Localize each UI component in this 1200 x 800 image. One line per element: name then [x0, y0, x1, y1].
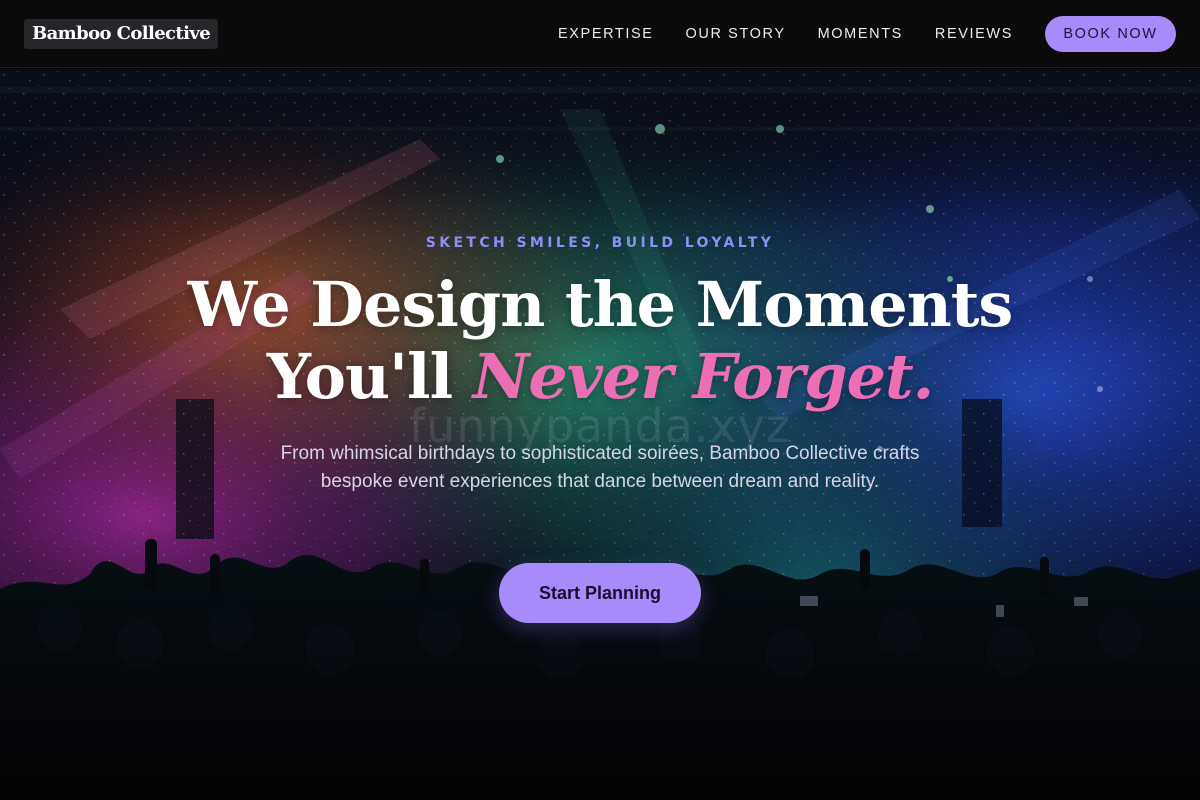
nav-link-our-story[interactable]: OUR STORY — [686, 26, 786, 42]
hero-subtitle: From whimsical birthdays to sophisticate… — [280, 443, 920, 492]
book-now-button[interactable]: BOOK NOW — [1045, 16, 1176, 52]
site-header: Bamboo Collective EXPERTISE OUR STORY MO… — [0, 0, 1200, 68]
start-planning-button[interactable]: Start Planning — [499, 563, 701, 623]
brand-logo[interactable]: Bamboo Collective — [24, 19, 219, 49]
hero-headline: We Design the Moments You'll Never Forge… — [0, 269, 1200, 413]
nav-link-expertise[interactable]: EXPERTISE — [558, 26, 654, 42]
headline-line-1: We Design the Moments — [187, 268, 1014, 341]
page-bottom-edge — [0, 791, 1200, 800]
nav-link-reviews[interactable]: REVIEWS — [935, 26, 1013, 42]
headline-line-2-plain: You'll — [266, 340, 453, 413]
main-nav: EXPERTISE OUR STORY MOMENTS REVIEWS BOOK… — [558, 0, 1176, 68]
nav-link-moments[interactable]: MOMENTS — [818, 26, 903, 42]
hero-eyebrow: SKETCH SMILES, BUILD LOYALTY — [425, 235, 775, 251]
hero-section: funnypanda.xyz SKETCH SMILES, BUILD LOYA… — [0, 69, 1200, 791]
headline-accent: Never Forget. — [472, 340, 935, 413]
